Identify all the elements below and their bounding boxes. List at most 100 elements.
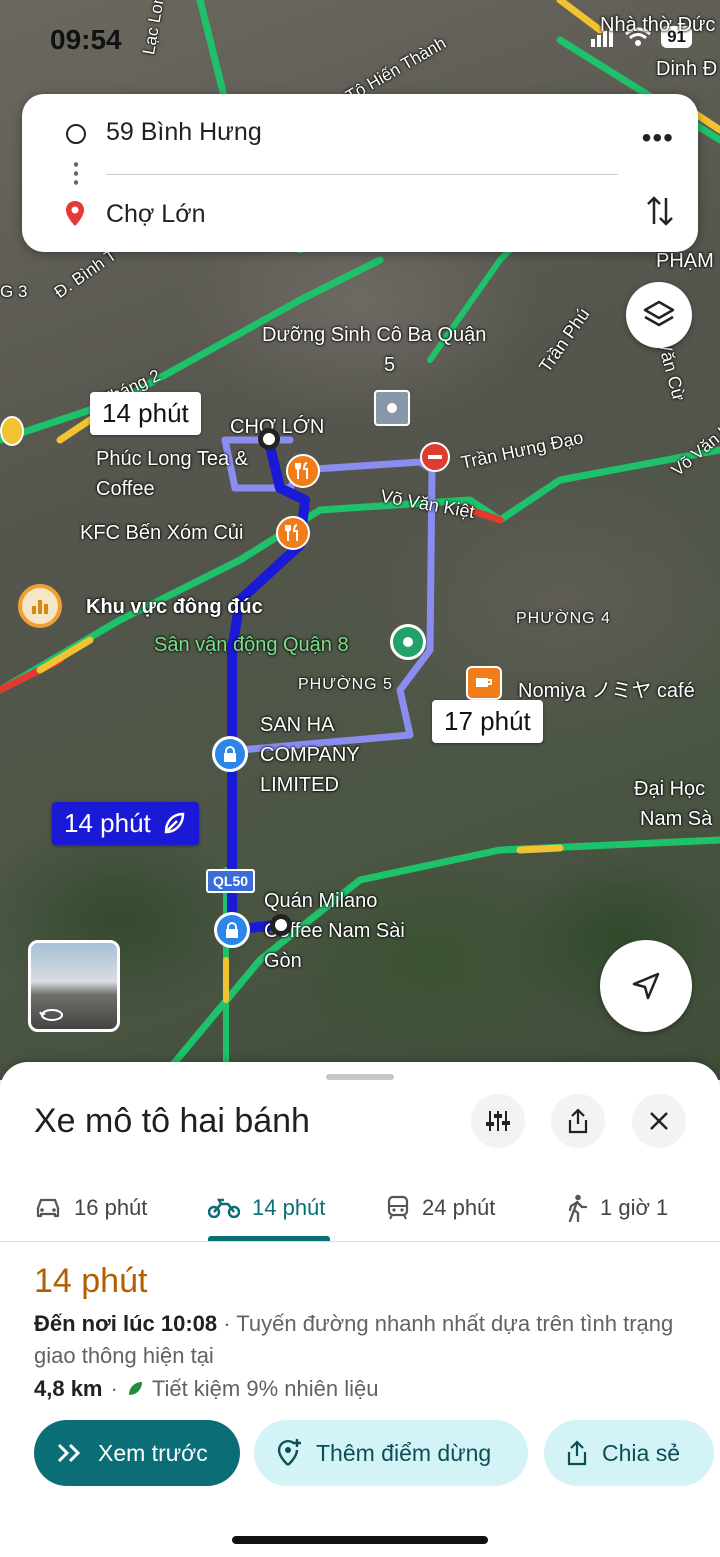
- tab-motorbike-label: 14 phút: [252, 1195, 326, 1220]
- map-label: Coffee: [96, 478, 155, 500]
- map-label: SAN HA: [260, 714, 335, 736]
- restaurant-poi[interactable]: [286, 454, 320, 488]
- street-view-thumbnail[interactable]: [28, 940, 120, 1032]
- cafe-poi[interactable]: [466, 666, 502, 700]
- map-label: 5: [384, 354, 396, 376]
- park-poi[interactable]: [390, 624, 426, 660]
- lock-icon: [226, 922, 238, 938]
- map-label: COMPANY: [260, 744, 360, 766]
- restaurant-poi[interactable]: [276, 516, 310, 550]
- map-label: Khu vực đông đúc: [86, 596, 263, 618]
- add-location-icon: [277, 1439, 301, 1466]
- layers-button[interactable]: [626, 282, 692, 348]
- primary-route-time: 14 phút: [64, 808, 151, 838]
- route-options-button[interactable]: [471, 1094, 525, 1148]
- tab-transit-label: 24 phút: [422, 1195, 496, 1220]
- map-label: LIMITED: [260, 774, 339, 796]
- swap-direction-icon[interactable]: [646, 194, 674, 228]
- map-label: Nhà thờ Đức: [600, 14, 716, 36]
- coffee-cup-icon: [476, 678, 492, 687]
- tab-car-label: 16 phút: [74, 1195, 148, 1220]
- route-search-card: 59 Bình Hưng Chợ Lớn •••: [22, 94, 698, 252]
- building-poi[interactable]: [374, 390, 410, 426]
- map-label: Quán Milano: [264, 890, 378, 912]
- tab-motorbike[interactable]: 14 phút: [208, 1174, 325, 1242]
- tab-walk-label: 1 giờ 1: [600, 1195, 669, 1220]
- origin-circle-icon: [66, 124, 86, 144]
- share-icon: [568, 1108, 588, 1134]
- alt-route-time-bubble[interactable]: 14 phút: [90, 392, 201, 435]
- add-stop-button[interactable]: Thêm điểm dừng: [254, 1420, 528, 1486]
- destination-marker[interactable]: [258, 428, 280, 450]
- status-time: 09:54: [50, 24, 122, 55]
- primary-route-line: [227, 433, 310, 935]
- leaf-icon: [164, 812, 185, 833]
- travel-mode-tabs: 16 phút 14 phút 24 phút 1 giờ 1: [0, 1174, 720, 1242]
- map-label: PHƯỜNG 5: [298, 676, 393, 693]
- map-label: PHẠM: [656, 250, 714, 272]
- fuel-savings: Tiết kiệm 9% nhiên liệu: [151, 1376, 379, 1401]
- leaf-icon: [128, 1382, 142, 1395]
- add-stop-label: Thêm điểm dừng: [316, 1439, 492, 1466]
- destination-field[interactable]: Chợ Lớn: [106, 200, 206, 229]
- motorbike-icon: [208, 1198, 240, 1218]
- share-icon: [567, 1440, 587, 1466]
- route-description: Đến nơi lúc 10:08 · Tuyến đường nhanh nh…: [34, 1308, 684, 1372]
- map-label: Nomiya ノミヤ café: [518, 680, 695, 702]
- layers-icon: [643, 300, 675, 327]
- route-dots-icon: [74, 160, 78, 188]
- lock-icon: [224, 746, 236, 762]
- map-label: Sân vận động Quận 8: [154, 634, 349, 656]
- directions-sheet: Xe mô tô hai bánh 16 phút 14 phút 24 phú…: [0, 1062, 720, 1557]
- share-button[interactable]: [551, 1094, 605, 1148]
- double-chevron-icon: [57, 1443, 81, 1463]
- map-label: Phúc Long Tea &: [96, 448, 248, 470]
- share-route-button[interactable]: Chia sẻ: [544, 1420, 714, 1486]
- more-options-icon[interactable]: •••: [642, 122, 674, 154]
- highway-shield: QL50: [206, 869, 256, 893]
- sliders-icon: [486, 1111, 510, 1131]
- share-label: Chia sẻ: [602, 1439, 680, 1466]
- my-location-button[interactable]: [600, 940, 692, 1032]
- transit-icon: [387, 1195, 409, 1220]
- sheet-drag-handle[interactable]: [326, 1074, 394, 1080]
- rotate-360-icon: [39, 1009, 63, 1021]
- no-entry-icon: [428, 455, 442, 459]
- active-tab-indicator: [208, 1236, 330, 1241]
- crowded-area-marker[interactable]: [18, 584, 62, 628]
- preview-button[interactable]: Xem trước: [34, 1420, 240, 1486]
- route-distance-row: 4,8 km · Tiết kiệm 9% nhiên liệu: [34, 1376, 378, 1402]
- sheet-title: Xe mô tô hai bánh: [34, 1102, 310, 1140]
- map-label: Dưỡng Sinh Cô Ba Quận: [262, 324, 487, 346]
- no-entry-marker[interactable]: [420, 442, 450, 472]
- arrival-time: Đến nơi lúc 10:08: [34, 1311, 218, 1336]
- route-lock-marker[interactable]: [212, 736, 248, 772]
- primary-route-time-bubble[interactable]: 14 phút: [52, 802, 199, 845]
- tab-transit[interactable]: 24 phút: [386, 1174, 495, 1242]
- origin-marker[interactable]: [270, 914, 292, 936]
- origin-field[interactable]: 59 Bình Hưng: [106, 118, 262, 147]
- route-lock-marker[interactable]: [214, 912, 250, 948]
- map-label: Đại Học: [634, 778, 706, 800]
- dot-icon: [403, 637, 413, 647]
- map-label: Dinh Đ: [656, 58, 718, 80]
- close-button[interactable]: [632, 1094, 686, 1148]
- fork-knife-icon: [295, 462, 308, 479]
- close-icon: [650, 1112, 668, 1130]
- status-bar: 09:54 91: [0, 0, 720, 80]
- alt-route-time-bubble[interactable]: 17 phút: [432, 700, 543, 743]
- location-pin-icon: [66, 201, 84, 226]
- tab-walk[interactable]: 1 giờ 1: [566, 1174, 668, 1242]
- map-label: G 3: [0, 282, 28, 301]
- navigation-arrow-icon: [632, 972, 660, 1000]
- tab-car[interactable]: 16 phút: [34, 1174, 147, 1242]
- map-view[interactable]: 09:54 91 Nhà thờ Đức Dinh Đ Tô Hiến Thàn…: [0, 0, 720, 1080]
- fork-knife-icon: [285, 524, 298, 541]
- home-indicator[interactable]: [232, 1536, 488, 1544]
- separator: ·: [110, 1376, 118, 1401]
- bar-chart-icon: [32, 600, 48, 614]
- field-divider: [106, 174, 618, 175]
- poi-marker[interactable]: [0, 416, 24, 446]
- car-icon: [36, 1198, 60, 1218]
- map-label: KFC Bến Xóm Củi: [80, 522, 244, 544]
